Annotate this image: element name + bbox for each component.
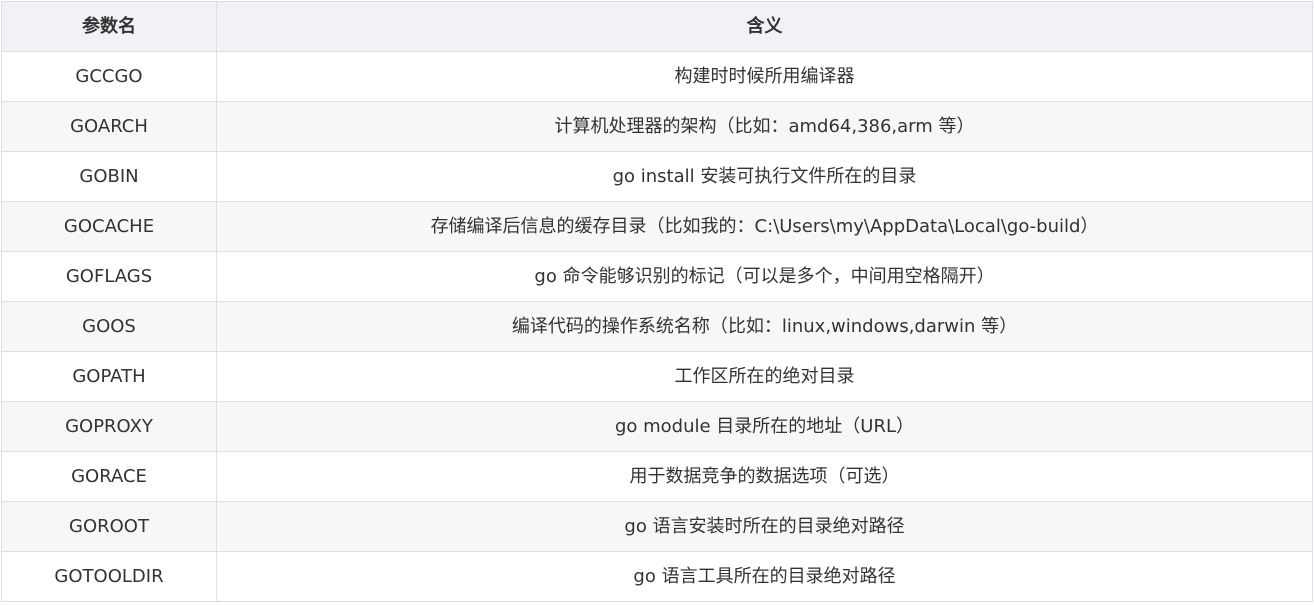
table-row: GOBIN go install 安装可执行文件所在的目录 [1, 151, 1313, 202]
meaning-cell: 用于数据竞争的数据选项（可选） [216, 451, 1313, 502]
meaning-cell: go install 安装可执行文件所在的目录 [216, 151, 1313, 202]
param-name-cell: GORACE [1, 451, 217, 502]
table-row: GCCGO 构建时时候所用编译器 [1, 51, 1313, 102]
header-row: 参数名 含义 [1, 1, 1313, 52]
table-row: GOPATH 工作区所在的绝对目录 [1, 351, 1313, 402]
meaning-cell: 编译代码的操作系统名称（比如：linux,windows,darwin 等） [216, 301, 1313, 352]
table-row: GOARCH 计算机处理器的架构（比如：amd64,386,arm 等） [1, 101, 1313, 152]
param-name-cell: GOOS [1, 301, 217, 352]
param-name-cell: GOPATH [1, 351, 217, 402]
meaning-cell: 计算机处理器的架构（比如：amd64,386,arm 等） [216, 101, 1313, 152]
env-vars-table-container: 参数名 含义 GCCGO 构建时时候所用编译器 GOARCH 计算机处理器的架构… [1, 1, 1313, 602]
table-row: GOCACHE 存储编译后信息的缓存目录（比如我的：C:\Users\my\Ap… [1, 201, 1313, 252]
param-name-cell: GOROOT [1, 501, 217, 552]
table-body: GCCGO 构建时时候所用编译器 GOARCH 计算机处理器的架构（比如：amd… [1, 51, 1313, 602]
table-row: GOFLAGS go 命令能够识别的标记（可以是多个，中间用空格隔开） [1, 251, 1313, 302]
param-name-cell: GOFLAGS [1, 251, 217, 302]
meaning-cell: go 语言工具所在的目录绝对路径 [216, 551, 1313, 602]
meaning-cell: 构建时时候所用编译器 [216, 51, 1313, 102]
table-row: GORACE 用于数据竞争的数据选项（可选） [1, 451, 1313, 502]
param-name-cell: GOCACHE [1, 201, 217, 252]
table-row: GOTOOLDIR go 语言工具所在的目录绝对路径 [1, 551, 1313, 602]
param-name-cell: GOTOOLDIR [1, 551, 217, 602]
table-row: GOOS 编译代码的操作系统名称（比如：linux,windows,darwin… [1, 301, 1313, 352]
meaning-cell: go 语言安装时所在的目录绝对路径 [216, 501, 1313, 552]
param-name-cell: GOARCH [1, 101, 217, 152]
param-name-cell: GOPROXY [1, 401, 217, 452]
column-header-param-name: 参数名 [1, 1, 217, 52]
meaning-cell: 存储编译后信息的缓存目录（比如我的：C:\Users\my\AppData\Lo… [216, 201, 1313, 252]
table-row: GOPROXY go module 目录所在的地址（URL） [1, 401, 1313, 452]
meaning-cell: go module 目录所在的地址（URL） [216, 401, 1313, 452]
param-name-cell: GOBIN [1, 151, 217, 202]
param-name-cell: GCCGO [1, 51, 217, 102]
meaning-cell: 工作区所在的绝对目录 [216, 351, 1313, 402]
meaning-cell: go 命令能够识别的标记（可以是多个，中间用空格隔开） [216, 251, 1313, 302]
table-header: 参数名 含义 [1, 1, 1313, 52]
column-header-meaning: 含义 [216, 1, 1313, 52]
env-vars-table: 参数名 含义 GCCGO 构建时时候所用编译器 GOARCH 计算机处理器的架构… [1, 1, 1313, 602]
table-row: GOROOT go 语言安装时所在的目录绝对路径 [1, 501, 1313, 552]
